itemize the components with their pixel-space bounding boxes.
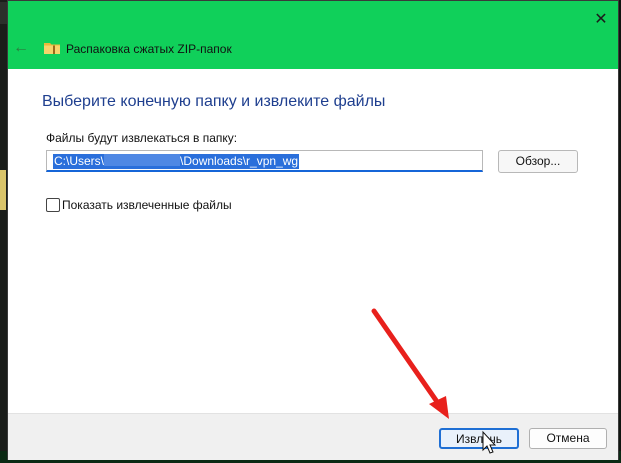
destination-path-value: C:\Users\ \Downloads\r_vpn_wg bbox=[53, 154, 300, 169]
window-title: Распаковка сжатых ZIP-папок bbox=[66, 42, 232, 56]
dialog-heading: Выберите конечную папку и извлеките файл… bbox=[42, 93, 386, 110]
close-icon: ✕ bbox=[594, 11, 608, 28]
path-prefix: C:\Users\ bbox=[54, 154, 105, 168]
background-thumbnail bbox=[0, 170, 6, 210]
destination-path-input[interactable]: C:\Users\ \Downloads\r_vpn_wg bbox=[46, 150, 483, 172]
back-button[interactable]: ← bbox=[12, 39, 30, 57]
zip-folder-icon bbox=[44, 43, 60, 54]
extract-zip-dialog: ✕ ← Распаковка сжатых ZIP-папок Выберите… bbox=[7, 0, 619, 460]
dialog-footer: Извлечь Отмена bbox=[8, 413, 618, 460]
extract-button[interactable]: Извлечь bbox=[439, 428, 519, 449]
browse-button[interactable]: Обзор... bbox=[498, 150, 578, 173]
back-arrow-icon: ← bbox=[13, 39, 29, 56]
show-extracted-files-checkbox[interactable] bbox=[46, 198, 60, 212]
cancel-button[interactable]: Отмена bbox=[529, 428, 607, 449]
show-extracted-files-label: Показать извлеченные файлы bbox=[62, 198, 232, 212]
destination-label: Файлы будут извлекаться в папку: bbox=[46, 131, 238, 145]
redacted-username bbox=[104, 154, 181, 166]
close-button[interactable]: ✕ bbox=[590, 9, 612, 31]
path-suffix: \Downloads\r_vpn_wg bbox=[180, 154, 299, 168]
titlebar: ✕ ← Распаковка сжатых ZIP-папок bbox=[8, 1, 618, 69]
